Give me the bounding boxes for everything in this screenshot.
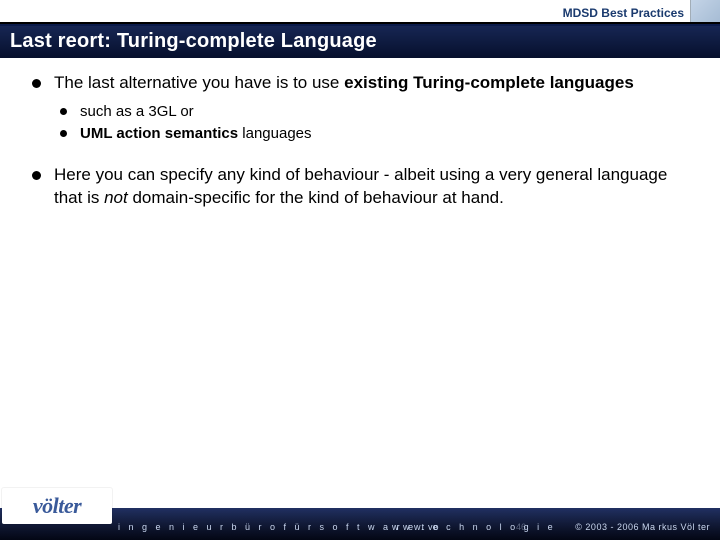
footer-tagline: i n g e n i e u r b ü r o f ü r s o f t …	[118, 522, 556, 532]
slide-title: Last reort: Turing-complete Language	[0, 26, 720, 57]
footer-url: w w w. vo	[392, 522, 440, 532]
sub-bullet-item: such as a 3GL or	[54, 101, 692, 124]
footer-copyright: © 2003 - 2006 Ma rkus Völ ter	[575, 522, 710, 532]
logo: völter	[2, 488, 112, 524]
sub-bullet-list: such as a 3GL or UML action semantics la…	[54, 101, 692, 146]
bullet-item: The last alternative you have is to use …	[28, 72, 692, 146]
footer-page-number: 46	[516, 522, 526, 532]
logo-text: völter	[33, 493, 81, 519]
sub-bullet-bold: UML action semantics	[80, 125, 238, 142]
bullet-text-bold: existing Turing-complete languages	[344, 73, 634, 92]
sub-bullet-text: languages	[238, 125, 311, 142]
bullet-item: Here you can specify any kind of behavio…	[28, 164, 692, 210]
bullet-text-suffix: domain-specific for the kind of behaviou…	[128, 188, 504, 207]
bullet-text-prefix: The last alternative you have is to use	[54, 73, 344, 92]
sub-bullet-text: such as a 3GL or	[80, 103, 194, 120]
title-bar: Last reort: Turing-complete Language	[0, 24, 720, 58]
header-label: MDSD Best Practices	[563, 6, 684, 20]
header-decoration	[690, 0, 720, 24]
sub-bullet-item: UML action semantics languages	[54, 123, 692, 146]
bullet-list: The last alternative you have is to use …	[28, 72, 692, 210]
bullet-text-italic: not	[104, 188, 128, 207]
slide-content: The last alternative you have is to use …	[28, 72, 692, 228]
slide: MDSD Best Practices Last reort: Turing-c…	[0, 0, 720, 540]
